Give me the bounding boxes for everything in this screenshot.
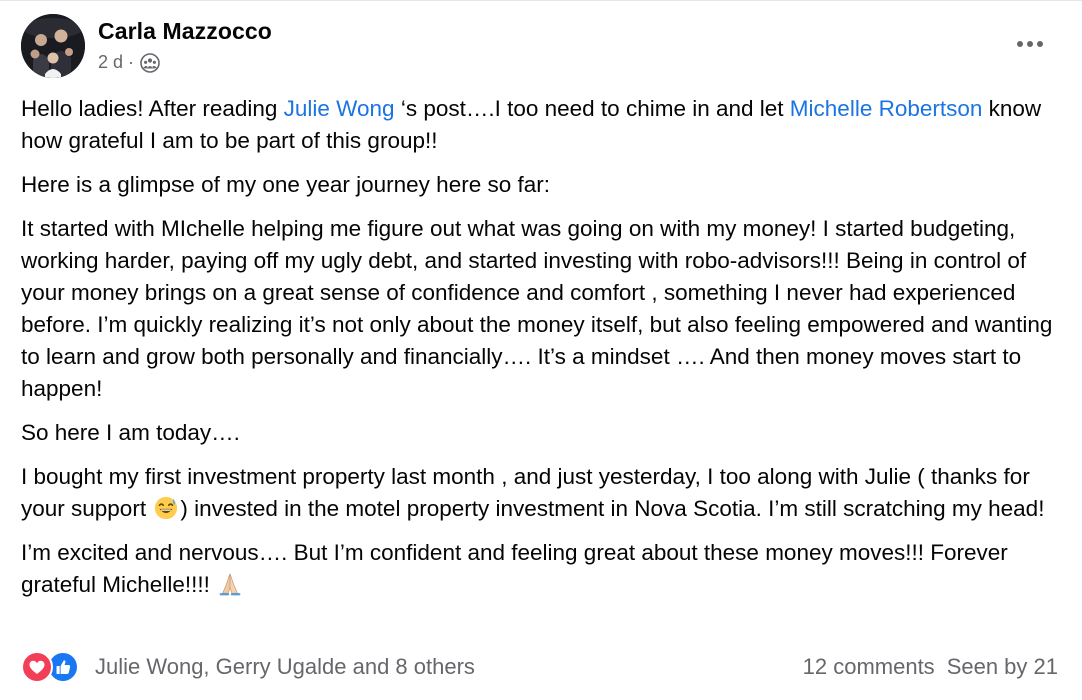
paragraph-4: So here I am today…. — [21, 420, 240, 445]
paragraph-3: It started with MIchelle helping me figu… — [21, 216, 1053, 401]
paragraph-6: I’m excited and nervous…. But I’m confid… — [21, 537, 1061, 601]
seen-by-count[interactable]: Seen by 21 — [947, 654, 1058, 680]
meta-separator: · — [128, 51, 135, 72]
post-stats: 12 comments Seen by 21 — [803, 654, 1058, 680]
text-segment: ) invested in the motel property investm… — [180, 496, 1045, 521]
paragraph-1: Hello ladies! After reading Julie Wong ‘… — [21, 93, 1061, 157]
post-time[interactable]: 2 d — [98, 52, 123, 73]
more-options-icon[interactable] — [1014, 33, 1046, 55]
post-footer: Julie Wong, Gerry Ugalde and 8 others 12… — [21, 649, 1058, 685]
avatar-photo — [21, 14, 85, 78]
paragraph-2: Here is a glimpse of my one year journey… — [21, 172, 550, 197]
post-meta: 2 d · — [98, 51, 160, 73]
folded-hands-emoji — [216, 571, 244, 597]
mention-michelle-robertson[interactable]: Michelle Robertson — [790, 96, 983, 121]
reaction-summary[interactable]: Julie Wong, Gerry Ugalde and 8 others — [21, 651, 475, 683]
reaction-icons — [21, 651, 85, 683]
group-privacy-icon[interactable] — [140, 53, 160, 73]
mention-julie-wong[interactable]: Julie Wong — [284, 96, 395, 121]
text-segment: Hello ladies! After reading — [21, 96, 284, 121]
comments-count[interactable]: 12 comments — [803, 654, 935, 680]
post-body: Hello ladies! After reading Julie Wong ‘… — [21, 93, 1061, 613]
author-name[interactable]: Carla Mazzocco — [98, 18, 272, 45]
text-segment: I’m excited and nervous…. But I’m confid… — [21, 540, 1008, 597]
post-card: Carla Mazzocco 2 d · Hello ladies! After — [0, 0, 1082, 700]
author-avatar[interactable] — [21, 14, 85, 78]
grinning-sweat-emoji — [152, 495, 180, 521]
love-reaction-icon — [21, 651, 53, 683]
paragraph-5: I bought my first investment property la… — [21, 461, 1061, 525]
text-segment: ‘s post….I too need to chime in and let — [394, 96, 790, 121]
reactors-text[interactable]: Julie Wong, Gerry Ugalde and 8 others — [95, 654, 475, 680]
